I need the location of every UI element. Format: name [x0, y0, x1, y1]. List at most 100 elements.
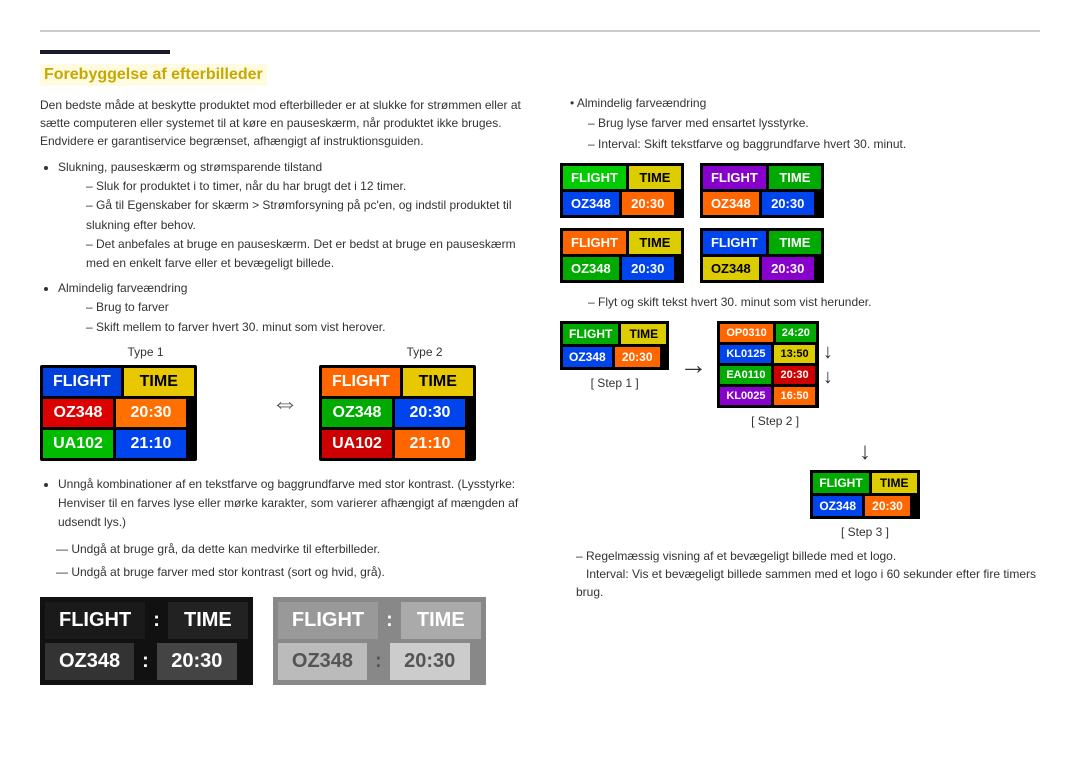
dash-item-1-3: Det anbefales at bruge en pauseskærm. De… [86, 235, 530, 273]
s2-kl2-code: KL0025 [720, 387, 771, 405]
t1-2030: 20:30 [116, 399, 186, 427]
s2-ea-time: 20:30 [774, 366, 814, 384]
s3-2030: 20:30 [865, 496, 910, 516]
cb1-oz: OZ348 [563, 192, 619, 215]
color-boards-row1: FLIGHT TIME OZ348 20:30 FLIGHT TIME OZ34… [560, 163, 1040, 218]
avoid-bullet-list: Unngå kombinationer af en tekstfarve og … [58, 475, 530, 533]
right-bullet1: Almindelig farveændring [570, 96, 1040, 110]
s2-kl-code: KL0125 [720, 345, 771, 363]
t1-oz348: OZ348 [43, 399, 113, 427]
step1-label: [ Step 1 ] [560, 376, 669, 390]
t2-oz348: OZ348 [322, 399, 392, 427]
bottom-dash1b: Interval: Vis et bevægeligt billede samm… [576, 567, 1036, 599]
step3-label: [ Step 3 ] [690, 525, 1040, 539]
left-column: Den bedste måde at beskytte produktet mo… [40, 96, 530, 695]
down-arrows: ↓ ↓ [823, 341, 833, 389]
s2-ea-code: EA0110 [720, 366, 771, 384]
step3-arrow-down: ↓ [690, 438, 1040, 466]
step2-block: OP0310 24:20 KL0125 13:50 EA0110 20:30 [717, 321, 833, 428]
cb4-time: TIME [769, 231, 821, 254]
cb1-time: TIME [629, 166, 681, 189]
types-row: Type 1 FLIGHT TIME OZ348 20:30 UA102 21:… [40, 345, 530, 461]
type2-label: Type 2 [319, 345, 530, 359]
dash-item-2-2: Skift mellem to farver hvert 30. minut s… [86, 318, 530, 337]
bad-grey-time: TIME [401, 602, 481, 639]
bad-black-colon2: : [138, 643, 153, 680]
bad-black-time: TIME [168, 602, 248, 639]
dash-contrast: Undgå at bruge farver med stor kontrast … [56, 563, 530, 582]
bad-black-2030: 20:30 [157, 643, 237, 680]
dash-grey: Undgå at bruge grå, da dette kan medvirk… [56, 540, 530, 559]
step3-board: FLIGHT TIME OZ348 20:30 [810, 470, 919, 519]
dash-item-1-1: Sluk for produktet i to timer, når du ha… [86, 177, 530, 196]
color-board-2: FLIGHT TIME OZ348 20:30 [700, 163, 824, 218]
color-board-4: FLIGHT TIME OZ348 20:30 [700, 228, 824, 283]
color-board-3: FLIGHT TIME OZ348 20:30 [560, 228, 684, 283]
type2-block: Type 2 FLIGHT TIME OZ348 20:30 UA102 21:… [319, 345, 530, 461]
cb4-2030: 20:30 [762, 257, 814, 280]
cb4-flight: FLIGHT [703, 231, 766, 254]
t2-2030: 20:30 [395, 399, 465, 427]
steps-row: FLIGHT TIME OZ348 20:30 [ Step 1 ] → [560, 321, 1040, 428]
intro-text: Den bedste måde at beskytte produktet mo… [40, 96, 530, 150]
dash-item-1-2: Gå til Egenskaber for skærm > Strømforsy… [86, 196, 530, 234]
bad-black-oz: OZ348 [45, 643, 134, 680]
step1-board: FLIGHT TIME OZ348 20:30 [560, 321, 669, 370]
scroll-dash: Flyt og skift tekst hvert 30. minut som … [588, 293, 1040, 311]
s2-op-code: OP0310 [720, 324, 772, 342]
t1-ua102: UA102 [43, 430, 113, 458]
bad-black-flight: FLIGHT [45, 602, 145, 639]
bullet-list: Slukning, pauseskærm og strømsparende ti… [58, 158, 530, 337]
t2-time-header: TIME [403, 368, 473, 396]
t1-time-header: TIME [124, 368, 194, 396]
color-boards-row2: FLIGHT TIME OZ348 20:30 FLIGHT TIME OZ34… [560, 228, 1040, 283]
type1-label: Type 1 [40, 345, 251, 359]
step1-block: FLIGHT TIME OZ348 20:30 [ Step 1 ] [560, 321, 669, 390]
cb2-oz: OZ348 [703, 192, 759, 215]
bad-grey-flight: FLIGHT [278, 602, 378, 639]
s3-time: TIME [872, 473, 917, 493]
cb2-flight: FLIGHT [703, 166, 766, 189]
cb3-2030: 20:30 [622, 257, 674, 280]
s2-kl2-time: 16:50 [774, 387, 814, 405]
right-dash1b: Interval: Skift tekstfarve og baggrundfa… [588, 135, 1040, 153]
right-dash1: Brug lyse farver med ensartet lysstyrke. [588, 114, 1040, 132]
bad-grey-2030: 20:30 [390, 643, 470, 680]
step2-board: OP0310 24:20 KL0125 13:50 EA0110 20:30 [717, 321, 819, 408]
cb3-oz: OZ348 [563, 257, 619, 280]
t2-flight-header: FLIGHT [322, 368, 400, 396]
t1-2110: 21:10 [116, 430, 186, 458]
type1-board: FLIGHT TIME OZ348 20:30 UA102 21:10 [40, 365, 197, 461]
s2-op-time: 24:20 [776, 324, 816, 342]
t2-ua102: UA102 [322, 430, 392, 458]
right-column: Almindelig farveændring Brug lyse farver… [560, 96, 1040, 695]
dash-list-1: Sluk for produktet i to timer, når du ha… [86, 177, 530, 273]
main-layout: Den bedste måde at beskytte produktet mo… [40, 96, 1040, 695]
cb1-2030: 20:30 [622, 192, 674, 215]
s1-oz: OZ348 [563, 347, 612, 367]
step-arrow-right: → [679, 349, 707, 381]
step3-area: ↓ FLIGHT TIME OZ348 20:30 [ Step 3 ] [690, 438, 1040, 539]
type2-board: FLIGHT TIME OZ348 20:30 UA102 21:10 [319, 365, 476, 461]
cb2-2030: 20:30 [762, 192, 814, 215]
bad-board-black: FLIGHT : TIME OZ348 : 20:30 [40, 597, 253, 685]
t2-2110: 21:10 [395, 430, 465, 458]
cb4-oz: OZ348 [703, 257, 759, 280]
left-accent-bar [40, 50, 170, 54]
cb2-time: TIME [769, 166, 821, 189]
swap-arrow-icon: ⇔ [271, 387, 299, 419]
cb1-flight: FLIGHT [563, 166, 626, 189]
s3-flight: FLIGHT [813, 473, 868, 493]
s1-flight: FLIGHT [563, 324, 618, 344]
s1-time: TIME [621, 324, 666, 344]
dash-list-2: Brug to farver Skift mellem to farver hv… [86, 298, 530, 336]
bad-examples: FLIGHT : TIME OZ348 : 20:30 FLIGHT : TIM… [40, 597, 530, 685]
cb3-flight: FLIGHT [563, 231, 626, 254]
bad-black-colon: : [149, 602, 164, 639]
cb3-time: TIME [629, 231, 681, 254]
color-board-1: FLIGHT TIME OZ348 20:30 [560, 163, 684, 218]
bottom-dash1: Regelmæssig visning af et bevægeligt bil… [576, 547, 1040, 601]
bad-grey-colon: : [382, 602, 397, 639]
t1-flight-header: FLIGHT [43, 368, 121, 396]
bullet-item-2: Almindelig farveændring Brug to farver S… [58, 279, 530, 337]
